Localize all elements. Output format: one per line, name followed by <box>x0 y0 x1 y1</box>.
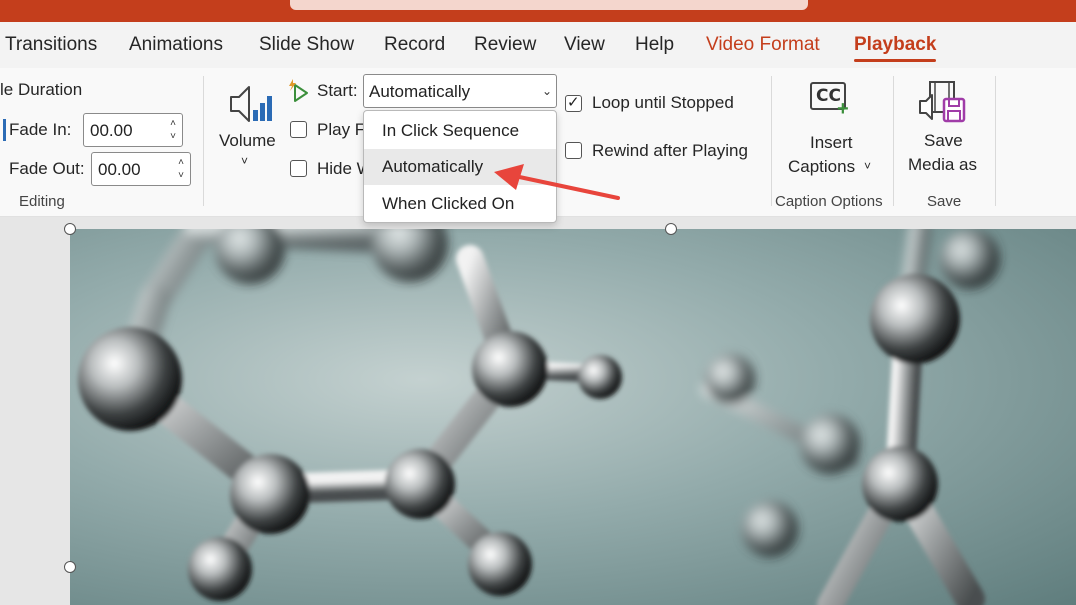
group-marker <box>3 119 6 141</box>
start-dropdown[interactable]: Automatically ⌄ <box>363 74 557 108</box>
annotation-arrow-icon <box>494 164 620 200</box>
spin-down-icon[interactable]: ˅ <box>178 171 184 181</box>
chevron-down-icon: ˅ <box>241 154 249 168</box>
rewind-after-playing-checkbox[interactable] <box>565 142 582 159</box>
tab-view[interactable]: View <box>564 34 605 56</box>
search-box[interactable] <box>290 0 808 10</box>
speaker-icon <box>230 86 272 122</box>
spin-down-icon[interactable]: ˅ <box>170 132 176 142</box>
tab-record[interactable]: Record <box>384 34 445 56</box>
loop-until-stopped-label: Loop until Stopped <box>592 93 734 112</box>
group-separator <box>771 76 772 206</box>
option-label: In Click Sequence <box>382 121 520 140</box>
fade-out-spinner[interactable]: 00.00 ˄ ˅ <box>91 152 191 186</box>
start-dropdown-value: Automatically <box>369 82 471 101</box>
tab-video-format[interactable]: Video Format <box>706 34 820 56</box>
start-play-icon <box>289 79 308 102</box>
resize-handle-top-middle[interactable] <box>665 223 677 235</box>
plus-icon: + <box>837 98 849 120</box>
insert-captions-line2: Captions <box>788 157 856 176</box>
spin-up-icon[interactable]: ˄ <box>178 158 184 168</box>
resize-handle-middle-left[interactable] <box>64 561 76 573</box>
save-media-as-button[interactable]: Save Media as <box>902 76 987 186</box>
tab-playback[interactable]: Playback <box>854 34 937 62</box>
group-label-editing: Editing <box>19 193 65 210</box>
start-label: Start: <box>317 81 358 100</box>
fade-in-label: Fade In: <box>9 120 72 139</box>
fade-duration-label: le Duration <box>0 80 83 99</box>
hide-while-not-playing-checkbox[interactable] <box>290 160 307 177</box>
tab-help[interactable]: Help <box>635 34 674 56</box>
group-separator <box>203 76 204 206</box>
fade-in-value[interactable]: 00.00 <box>90 121 133 141</box>
resize-handle-top-left[interactable] <box>64 223 76 235</box>
save-media-line2: Media as <box>908 155 977 174</box>
tab-transitions[interactable]: Transitions <box>5 34 97 56</box>
fade-out-value[interactable]: 00.00 <box>98 160 141 180</box>
group-separator <box>893 76 894 206</box>
start-option-in-click-sequence[interactable]: In Click Sequence <box>364 113 556 149</box>
play-fullscreen-checkbox[interactable] <box>290 121 307 138</box>
rewind-after-playing-label: Rewind after Playing <box>592 141 748 160</box>
save-media-line1: Save <box>924 131 963 150</box>
group-label-save: Save <box>927 193 962 210</box>
fade-in-spinner[interactable]: 00.00 ˄ ˅ <box>83 113 183 147</box>
insert-captions-line1: Insert <box>810 133 853 152</box>
tab-slide-show[interactable]: Slide Show <box>259 34 354 56</box>
title-bar <box>0 0 1076 22</box>
save-media-icon <box>919 81 966 123</box>
fade-out-label: Fade Out: <box>9 159 85 178</box>
group-separator <box>995 76 996 206</box>
video-frame-molecule[interactable] <box>70 229 1076 605</box>
play-fullscreen-label: Play F <box>317 120 366 139</box>
group-label-caption-options: Caption Options <box>775 193 883 210</box>
volume-label: Volume <box>219 131 276 150</box>
option-label: Automatically <box>382 157 484 176</box>
spin-up-icon[interactable]: ˄ <box>170 119 176 129</box>
chevron-down-icon[interactable]: ⌄ <box>542 84 552 98</box>
ribbon-tab-row: Transitions Animations Slide Show Record… <box>0 22 1076 68</box>
tab-animations[interactable]: Animations <box>129 34 223 56</box>
volume-button[interactable]: Volume ˅ <box>219 78 279 188</box>
chevron-down-icon: ˅ <box>864 159 872 173</box>
molecule-image <box>78 229 1000 605</box>
tab-review[interactable]: Review <box>474 34 536 56</box>
insert-captions-button[interactable]: CC + Insert Captions ˅ <box>780 76 885 186</box>
loop-until-stopped-checkbox[interactable] <box>565 93 582 112</box>
